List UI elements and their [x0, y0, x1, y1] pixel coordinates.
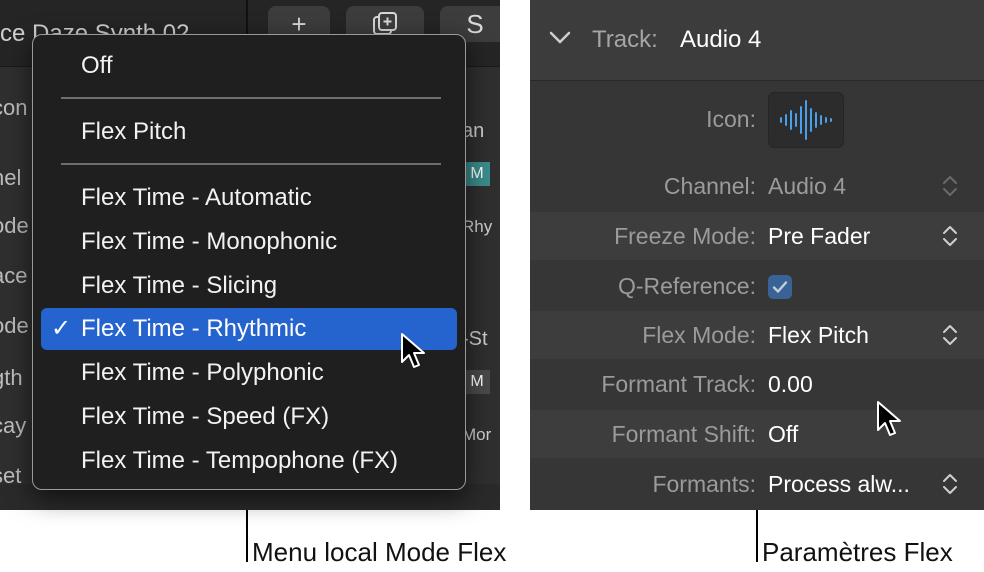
formant-track-row: Formant Track: 0.00 — [530, 360, 984, 408]
menu-item-flex-time-tempophone[interactable]: Flex Time - Tempophone (FX) — [41, 440, 457, 482]
flex-mode-popup-menu: Off Flex Pitch Flex Time - Automatic Fle… — [32, 34, 466, 490]
menu-item-flex-time-speed[interactable]: Flex Time - Speed (FX) — [41, 396, 457, 438]
row-label: ode — [0, 213, 29, 238]
right-cell-text: an — [462, 120, 485, 142]
channel-label: Channel: — [663, 173, 756, 199]
menu-item-label: Flex Time - Automatic — [81, 184, 312, 211]
menu-item-flex-time-monophonic[interactable]: Flex Time - Monophonic — [41, 221, 457, 263]
formant-track-label: Formant Track: — [601, 371, 756, 397]
row-label: ace — [0, 263, 28, 288]
stepper-icon[interactable] — [940, 323, 960, 347]
channel-row[interactable]: Channel: Audio 4 — [530, 162, 984, 210]
caption-flex-mode-menu: Menu local Mode Flex — [252, 537, 507, 567]
formant-shift-value[interactable]: Off — [768, 410, 798, 458]
channel-value: Audio 4 — [768, 173, 847, 199]
mouse-pointer-icon — [877, 401, 901, 436]
checkmark-icon: ✓ — [51, 315, 72, 342]
menu-item-label: Flex Pitch — [81, 118, 187, 145]
q-reference-checkbox[interactable] — [768, 275, 792, 299]
row-label: con — [0, 95, 28, 120]
menu-item-label: Flex Time - Speed (FX) — [81, 403, 330, 430]
formants-value: Process alw... — [768, 471, 910, 497]
menu-separator — [61, 163, 441, 165]
flex-mode-label: Flex Mode: — [642, 322, 756, 348]
track-icon-button[interactable] — [768, 92, 844, 148]
right-cell-text: -St — [462, 328, 488, 350]
m-button[interactable]: M — [464, 162, 490, 186]
row-label: cay — [0, 413, 27, 438]
track-section-header[interactable]: Track: Audio 4 — [530, 0, 984, 81]
stepper-icon[interactable] — [940, 174, 960, 198]
q-reference-label: Q-Reference: — [617, 273, 756, 299]
menu-item-flex-time-automatic[interactable]: Flex Time - Automatic — [41, 177, 457, 219]
checkmark-icon — [772, 281, 788, 293]
freeze-mode-row[interactable]: Freeze Mode: Pre Fader — [530, 212, 984, 260]
formant-shift-label: Formant Shift: — [611, 421, 756, 447]
row-label: ode — [0, 313, 29, 338]
menu-item-flex-pitch[interactable]: Flex Pitch — [41, 111, 457, 153]
mouse-pointer-icon — [401, 333, 425, 368]
q-reference-row: Q-Reference: — [530, 262, 984, 310]
menu-item-flex-time-polyphonic[interactable]: Flex Time - Polyphonic — [41, 352, 457, 394]
menu-item-off[interactable]: Off — [41, 45, 457, 87]
row-label: nel — [0, 165, 22, 190]
menu-separator — [61, 97, 441, 99]
track-name: Audio 4 — [680, 26, 762, 53]
waveform-icon — [780, 100, 832, 140]
menu-item-label: Flex Time - Tempophone (FX) — [81, 447, 399, 474]
caption-flex-parameters: Paramètres Flex — [762, 537, 953, 567]
formant-track-value[interactable]: 0.00 — [768, 360, 813, 408]
flex-mode-value: Flex Pitch — [768, 322, 869, 348]
menu-item-label: Flex Time - Polyphonic — [81, 359, 324, 386]
stepper-icon[interactable] — [940, 224, 960, 248]
track-label: Track: — [592, 26, 658, 53]
flex-mode-row[interactable]: Flex Mode: Flex Pitch — [530, 311, 984, 359]
menu-item-label: Flex Time - Monophonic — [81, 228, 338, 255]
right-cell-text: Rhy — [462, 217, 493, 236]
callout-line — [756, 510, 758, 562]
flex-parameters-inspector: Track: Audio 4 Icon: Channel: Audio 4 Fr… — [530, 0, 984, 510]
menu-item-label: Flex Time - Rhythmic — [81, 315, 307, 342]
formant-shift-row: Formant Shift: Off — [530, 410, 984, 458]
chevron-down-icon[interactable] — [548, 26, 572, 50]
right-cell-text: Mor — [462, 425, 492, 444]
icon-label: Icon: — [706, 106, 756, 132]
m-button[interactable]: M — [464, 370, 490, 394]
freeze-mode-value: Pre Fader — [768, 223, 871, 249]
formants-label: Formants: — [652, 471, 756, 497]
menu-item-label: Flex Time - Slicing — [81, 272, 278, 299]
freeze-mode-label: Freeze Mode: — [614, 223, 756, 249]
row-label: gth — [0, 365, 23, 390]
stepper-icon[interactable] — [940, 472, 960, 496]
menu-item-flex-time-slicing[interactable]: Flex Time - Slicing — [41, 265, 457, 307]
menu-item-flex-time-rhythmic[interactable]: ✓ Flex Time - Rhythmic — [41, 308, 457, 350]
menu-item-label: Off — [81, 52, 113, 79]
callout-line — [246, 510, 248, 562]
formants-row[interactable]: Formants: Process alw... — [530, 460, 984, 508]
icon-row: Icon: — [530, 92, 984, 146]
